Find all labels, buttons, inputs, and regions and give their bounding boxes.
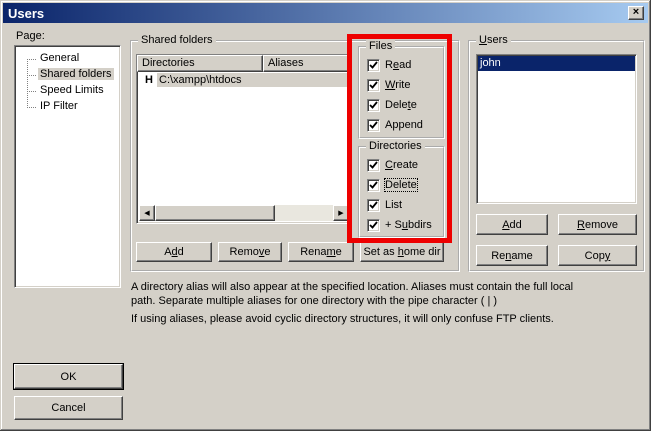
scrollbar-thumb[interactable] xyxy=(155,205,275,221)
page-item-shared-folders[interactable]: Shared folders xyxy=(17,67,118,83)
read-label: Read xyxy=(385,59,411,71)
files-group-label: Files xyxy=(366,40,395,53)
check-icon xyxy=(369,181,378,190)
files-permissions-group: Files Read Write Delete Append xyxy=(358,46,445,139)
files-read-option[interactable]: Read xyxy=(367,58,443,72)
scroll-left-icon[interactable]: ◀ xyxy=(139,205,155,221)
set-as-home-dir-button[interactable]: Set as home dir xyxy=(360,242,444,262)
rename-folder-button[interactable]: Rename xyxy=(288,242,354,262)
rename-user-button[interactable]: Rename xyxy=(476,245,548,266)
close-icon[interactable]: × xyxy=(628,6,644,20)
help-line-2: path. Separate multiple aliases for one … xyxy=(131,294,647,308)
dirs-list-option[interactable]: List xyxy=(367,198,443,212)
dir-delete-label: Delete xyxy=(385,179,417,191)
scrollbar-track[interactable] xyxy=(275,205,333,221)
append-checkbox[interactable] xyxy=(367,119,380,132)
user-list-item[interactable]: john xyxy=(478,56,635,71)
files-append-option[interactable]: Append xyxy=(367,118,443,132)
files-write-option[interactable]: Write xyxy=(367,78,443,92)
check-icon xyxy=(369,201,378,210)
subdirs-label: + Subdirs xyxy=(385,219,432,231)
dir-delete-checkbox[interactable] xyxy=(367,179,380,192)
copy-user-button[interactable]: Copy xyxy=(558,245,637,266)
add-folder-button[interactable]: Add xyxy=(136,242,212,262)
home-dir-marker: H xyxy=(145,74,157,86)
column-header-directories[interactable]: Directories xyxy=(137,55,263,72)
dirs-create-option[interactable]: Create xyxy=(367,158,443,172)
dirs-subdirs-option[interactable]: + Subdirs xyxy=(367,218,443,232)
remove-folder-button[interactable]: Remove xyxy=(218,242,282,262)
delete-label: Delete xyxy=(385,99,417,111)
page-list[interactable]: General Shared folders Speed Limits IP F… xyxy=(14,45,121,288)
page-label: Page: xyxy=(16,30,45,42)
subdirs-checkbox[interactable] xyxy=(367,219,380,232)
ok-button[interactable]: OK xyxy=(14,364,123,389)
page-item-ip-filter[interactable]: IP Filter xyxy=(17,99,118,115)
write-label: Write xyxy=(385,79,410,91)
list-checkbox[interactable] xyxy=(367,199,380,212)
check-icon xyxy=(369,121,378,130)
directories-listview[interactable]: Directories Aliases H C:\xampp\htdocs ◀ … xyxy=(136,54,352,224)
list-label: List xyxy=(385,199,402,211)
delete-checkbox[interactable] xyxy=(367,99,380,112)
column-header-aliases[interactable]: Aliases xyxy=(263,55,351,72)
users-group-label: Users xyxy=(476,34,511,47)
page-item-general[interactable]: General xyxy=(17,51,118,67)
page-tree: General Shared folders Speed Limits IP F… xyxy=(17,48,118,285)
help-text: A directory alias will also appear at th… xyxy=(131,280,647,326)
users-listbox[interactable]: john xyxy=(476,54,637,204)
help-line-3: If using aliases, please avoid cyclic di… xyxy=(131,312,647,326)
read-checkbox[interactable] xyxy=(367,59,380,72)
users-dialog: Users × Page: General Shared folders Spe… xyxy=(0,0,651,431)
append-label: Append xyxy=(385,119,423,131)
cancel-button[interactable]: Cancel xyxy=(14,396,123,420)
directories-group-label: Directories xyxy=(366,140,425,153)
directory-path: C:\xampp\htdocs xyxy=(157,73,350,87)
directory-row[interactable]: H C:\xampp\htdocs xyxy=(137,72,351,88)
directories-permissions-group: Directories Create Delete List + Subdirs xyxy=(358,146,445,238)
page-item-speed-limits[interactable]: Speed Limits xyxy=(17,83,118,99)
files-delete-option[interactable]: Delete xyxy=(367,98,443,112)
check-icon xyxy=(369,81,378,90)
window-title: Users xyxy=(8,6,44,21)
remove-user-button[interactable]: Remove xyxy=(558,214,637,235)
horizontal-scrollbar[interactable]: ◀ ▶ xyxy=(139,205,349,221)
check-icon xyxy=(369,221,378,230)
create-label: Create xyxy=(385,159,418,171)
listview-header: Directories Aliases xyxy=(137,55,351,72)
dirs-delete-option[interactable]: Delete xyxy=(367,178,443,192)
check-icon xyxy=(369,161,378,170)
write-checkbox[interactable] xyxy=(367,79,380,92)
help-line-1: A directory alias will also appear at th… xyxy=(131,280,647,294)
titlebar[interactable]: Users × xyxy=(3,3,648,23)
shared-folders-group-label: Shared folders xyxy=(138,34,216,47)
check-icon xyxy=(369,101,378,110)
check-icon xyxy=(369,61,378,70)
scroll-right-icon[interactable]: ▶ xyxy=(333,205,349,221)
create-checkbox[interactable] xyxy=(367,159,380,172)
add-user-button[interactable]: Add xyxy=(476,214,548,235)
